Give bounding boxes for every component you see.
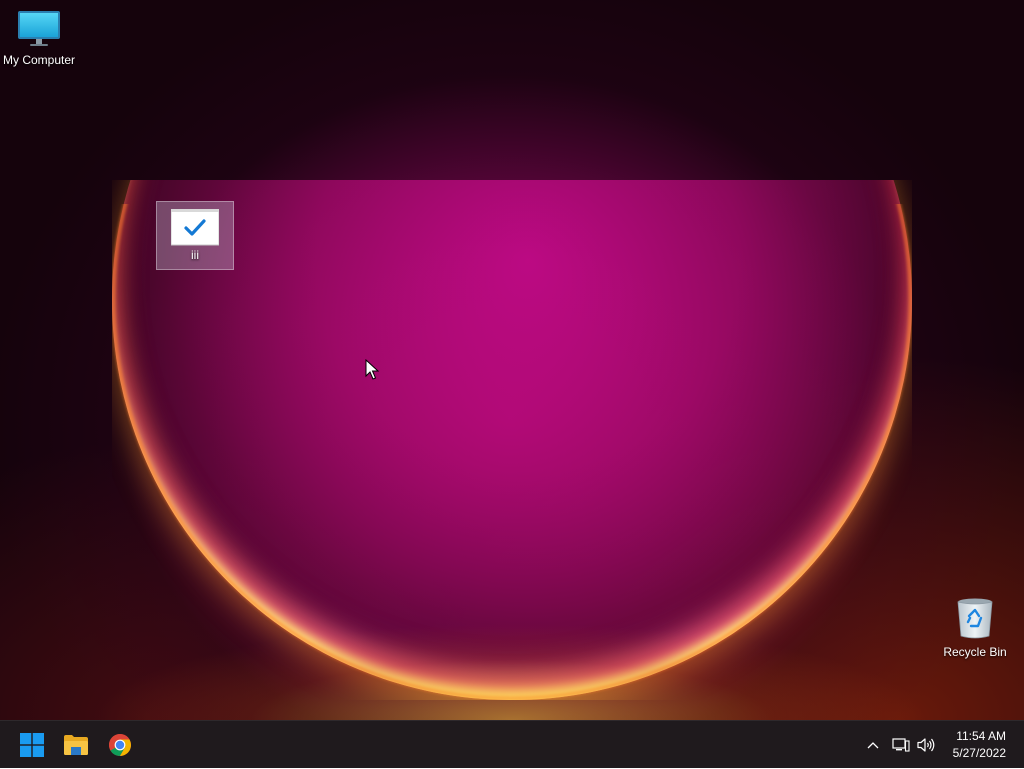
desktop[interactable]: My Computer iii Recycle Bin — [0, 0, 1024, 720]
show-hidden-icons-button[interactable] — [862, 721, 884, 769]
network-button[interactable] — [890, 721, 912, 769]
chrome-button[interactable] — [100, 725, 140, 765]
network-icon — [892, 738, 910, 752]
windows-logo-icon — [20, 733, 44, 757]
clock-date: 5/27/2022 — [952, 746, 1006, 760]
recycle-bin-icon — [957, 598, 993, 639]
file-explorer-button[interactable] — [56, 725, 96, 765]
volume-icon — [917, 738, 935, 752]
folder-icon — [64, 735, 88, 755]
monitor-icon — [18, 11, 60, 46]
volume-button[interactable] — [915, 721, 937, 769]
desktop-icon-label: iii — [191, 248, 199, 262]
chevron-up-icon — [867, 742, 879, 749]
desktop-icon-label: My Computer — [2, 53, 76, 67]
taskbar: 11:54 AM 5/27/2022 — [0, 720, 1024, 768]
clock-time: 11:54 AM — [956, 729, 1006, 743]
desktop-icon-iii[interactable]: iii — [156, 201, 234, 270]
desktop-icon-label: Recycle Bin — [943, 645, 1007, 659]
desktop-icon-recycle-bin[interactable]: Recycle Bin — [936, 596, 1014, 659]
clock[interactable]: 11:54 AM 5/27/2022 — [953, 728, 1006, 762]
desktop-icon-my-computer[interactable]: My Computer — [0, 8, 78, 67]
start-button[interactable] — [12, 725, 52, 765]
chrome-icon — [109, 734, 131, 756]
checkmark-window-icon — [170, 208, 220, 246]
mouse-cursor-icon — [365, 359, 379, 380]
wallpaper-glow — [0, 560, 1024, 720]
